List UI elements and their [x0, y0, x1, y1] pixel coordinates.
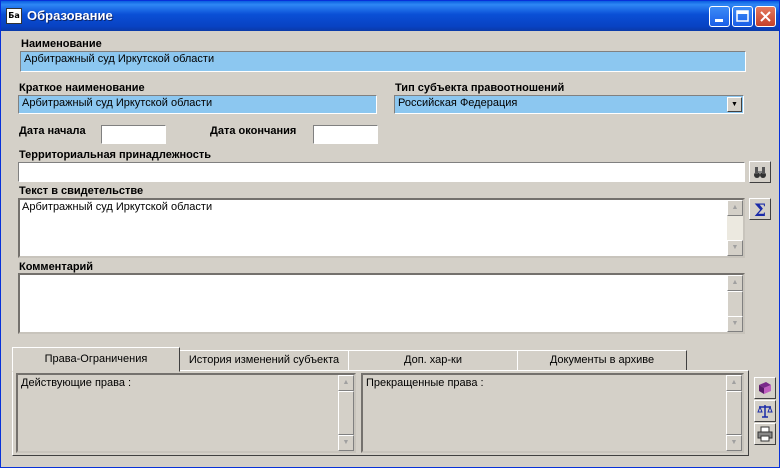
- end-date-field[interactable]: [313, 125, 378, 144]
- book-button[interactable]: [754, 377, 776, 399]
- scroll-down-icon[interactable]: ▼: [726, 435, 742, 451]
- start-date-label: Дата начала: [19, 125, 86, 137]
- name-field[interactable]: Арбитражный суд Иркутской области: [20, 51, 746, 72]
- sum-button[interactable]: Σ: [749, 198, 771, 220]
- short-name-label: Краткое наименование: [19, 82, 145, 94]
- start-date-field[interactable]: [101, 125, 166, 144]
- sigma-icon: Σ: [754, 201, 766, 217]
- tab-panel: Действующие права : ▲ ▼ Прекращенные пра…: [12, 370, 749, 456]
- scroll-up-icon[interactable]: ▲: [726, 375, 742, 391]
- scroll-down-icon[interactable]: ▼: [338, 435, 354, 451]
- minimize-icon: [715, 19, 723, 22]
- comment-text-area[interactable]: ▲ ▼: [18, 273, 745, 334]
- subject-type-select[interactable]: Российская Федерация ▼: [394, 95, 744, 114]
- subject-type-value: Российская Федерация: [398, 97, 518, 109]
- scales-icon: [757, 405, 773, 418]
- current-rights-scrollbar[interactable]: ▲ ▼: [338, 375, 354, 451]
- window: Ба Образование Наименование Арбитражный …: [0, 0, 780, 468]
- subject-type-label: Тип субъекта правоотношений: [395, 82, 565, 94]
- scroll-up-icon[interactable]: ▲: [727, 275, 743, 291]
- territory-field[interactable]: [18, 162, 745, 182]
- certificate-text-area[interactable]: Арбитражный суд Иркутской области ▲ ▼: [18, 198, 745, 258]
- tab-additional-properties[interactable]: Доп. хар-ки: [348, 350, 518, 371]
- book-icon: [759, 382, 771, 394]
- printer-icon: [757, 426, 773, 442]
- window-title: Образование: [27, 8, 113, 23]
- current-rights-label: Действующие права :: [21, 377, 132, 389]
- scales-button[interactable]: [754, 400, 776, 422]
- territory-label: Территориальная принадлежность: [19, 149, 212, 161]
- maximize-button[interactable]: [732, 6, 753, 27]
- print-button[interactable]: [754, 423, 776, 445]
- certificate-scrollbar[interactable]: ▲ ▼: [727, 200, 743, 256]
- close-icon: [760, 11, 771, 22]
- chevron-down-icon[interactable]: ▼: [727, 97, 742, 112]
- scroll-thumb[interactable]: [727, 291, 743, 318]
- scroll-thumb[interactable]: [338, 391, 354, 435]
- app-icon[interactable]: Ба: [6, 8, 22, 24]
- minimize-button[interactable]: [709, 6, 730, 27]
- territory-lookup-button[interactable]: [749, 161, 771, 183]
- tab-archive-documents[interactable]: Документы в архиве: [517, 350, 687, 371]
- binoculars-icon: [754, 167, 766, 178]
- terminated-rights-scrollbar[interactable]: ▲ ▼: [726, 375, 742, 451]
- certificate-text-value: Арбитражный суд Иркутской области: [22, 201, 213, 213]
- title-bar[interactable]: Ба Образование: [1, 1, 779, 31]
- comment-label: Комментарий: [19, 261, 94, 273]
- comment-scrollbar[interactable]: ▲ ▼: [727, 275, 743, 332]
- tab-subject-history[interactable]: История изменений субъекта: [179, 350, 349, 371]
- scroll-up-icon[interactable]: ▲: [727, 200, 743, 216]
- scroll-down-icon[interactable]: ▼: [727, 316, 743, 332]
- close-button[interactable]: [755, 6, 776, 27]
- tab-rights-restrictions[interactable]: Права-Ограничения: [12, 347, 180, 372]
- scroll-thumb[interactable]: [726, 391, 742, 435]
- svg-text:Σ: Σ: [754, 201, 766, 217]
- scroll-up-icon[interactable]: ▲: [338, 375, 354, 391]
- end-date-label: Дата окончания: [210, 125, 297, 137]
- terminated-rights-label: Прекращенные права :: [366, 377, 484, 389]
- maximize-icon: [736, 10, 749, 22]
- scroll-down-icon[interactable]: ▼: [727, 240, 743, 256]
- short-name-field[interactable]: Арбитражный суд Иркутской области: [18, 95, 377, 114]
- current-rights-list[interactable]: Действующие права : ▲ ▼: [16, 373, 356, 453]
- name-label: Наименование: [21, 38, 102, 50]
- terminated-rights-list[interactable]: Прекращенные права : ▲ ▼: [361, 373, 744, 453]
- certificate-text-label: Текст в свидетельстве: [19, 185, 144, 197]
